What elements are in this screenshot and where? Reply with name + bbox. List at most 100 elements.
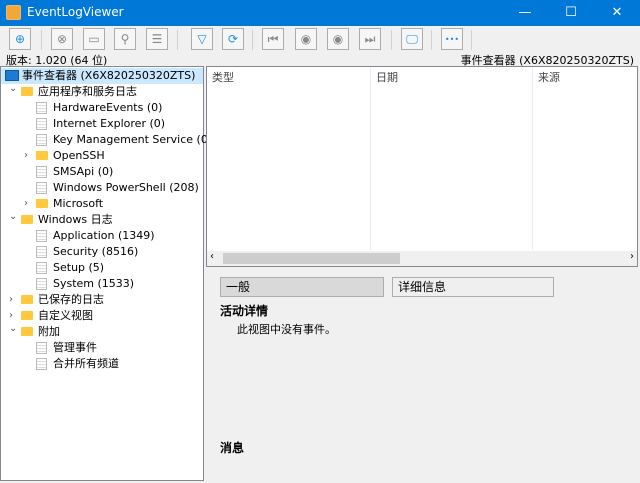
tab-details[interactable]: 详细信息	[392, 277, 554, 297]
tree-item-label: Internet Explorer (0)	[53, 117, 166, 130]
refresh-button[interactable]: ⟳	[222, 28, 244, 50]
toolbar-separator	[41, 30, 42, 50]
tree-item[interactable]: Setup (5)	[1, 260, 203, 276]
tree-item[interactable]: ⌄ 附加	[1, 321, 203, 340]
tree-item-label: Application (1349)	[53, 229, 155, 242]
column-type[interactable]: 类型	[212, 69, 234, 85]
scroll-left-icon[interactable]: ‹	[210, 251, 214, 262]
message-heading: 消息	[220, 441, 245, 455]
toolbar-separator	[431, 30, 432, 50]
log-icon	[36, 134, 47, 146]
tree-item[interactable]: SMSApi (0)	[1, 164, 203, 180]
more-button[interactable]: •••	[441, 28, 463, 50]
log-icon	[36, 102, 47, 114]
tree-item-label: Microsoft	[53, 197, 104, 210]
tree-item[interactable]: Security (8516)	[1, 244, 203, 260]
tree-item-label: 应用程序和服务日志	[38, 85, 137, 98]
clear-icon: ⊗	[56, 32, 68, 46]
computer-button[interactable]: 🖵	[401, 28, 423, 50]
tree-item[interactable]: › 自定义视图	[1, 308, 203, 324]
last-button[interactable]: ⏭	[359, 28, 381, 50]
previous-button[interactable]: ◉	[295, 28, 317, 50]
tree-item-label: 合并所有频道	[53, 357, 119, 370]
search-icon: ⚲	[120, 32, 130, 46]
first-button[interactable]: ⏮	[262, 28, 284, 50]
tree-item-label: Security (8516)	[53, 245, 139, 258]
clear-button[interactable]: ⊗	[51, 28, 73, 50]
chevron-down-icon[interactable]: ⌄	[9, 321, 17, 337]
tree-item[interactable]: ⌄ Windows 日志	[1, 209, 203, 228]
tree-item-label: 管理事件	[53, 341, 97, 354]
column-date[interactable]: 日期	[376, 69, 398, 85]
tree-item[interactable]: System (1533)	[1, 276, 203, 292]
tree-item[interactable]: HardwareEvents (0)	[1, 100, 203, 116]
scrollbar-thumb[interactable]	[223, 253, 400, 264]
save-icon: ▭	[88, 32, 100, 46]
tree-item[interactable]: Application (1349)	[1, 228, 203, 244]
tree-item-label: Windows 日志	[38, 213, 113, 226]
window-title: EventLogViewer	[27, 5, 124, 19]
save-button[interactable]: ▭	[83, 28, 105, 50]
tree-item-label: 附加	[38, 325, 60, 338]
tree-item-label: OpenSSH	[53, 149, 105, 162]
log-icon	[36, 246, 47, 258]
folder-icon	[21, 311, 33, 320]
log-tree[interactable]: 事件查看器 (X6X820250320ZTS) ⌄ 应用程序和服务日志 Hardwar…	[0, 66, 212, 481]
empty-message: 此视图中没有事件。	[237, 323, 336, 336]
horizontal-scrollbar[interactable]: ‹ ›	[207, 251, 637, 266]
toolbar-separator	[391, 30, 392, 50]
tree-item-label: Key Management Service (0)	[53, 133, 213, 146]
tree-item[interactable]: Internet Explorer (0)	[1, 116, 203, 132]
next-button[interactable]: ◉	[327, 28, 349, 50]
tree-item[interactable]: 管理事件	[1, 340, 203, 356]
chevron-right-icon[interactable]: ›	[24, 196, 28, 212]
tree-item[interactable]: 事件查看器 (X6X820250320ZTS)	[1, 68, 203, 84]
tree-item[interactable]: Windows PowerShell (208)	[1, 180, 203, 196]
chevron-right-icon[interactable]: ›	[9, 292, 13, 308]
chevron-right-icon[interactable]: ›	[24, 148, 28, 164]
column-source[interactable]: 来源	[538, 69, 560, 85]
previous-icon: ◉	[300, 32, 312, 46]
add-button[interactable]: ⊕	[9, 28, 31, 50]
add-icon: ⊕	[14, 32, 26, 46]
column-divider	[370, 67, 371, 250]
toolbar-separator	[252, 30, 253, 50]
computer-icon	[5, 70, 19, 81]
event-list[interactable]: 类型 日期 来源 ‹ ›	[206, 66, 638, 267]
log-icon	[36, 342, 47, 354]
computer-icon: 🖵	[406, 31, 418, 46]
tree-item-label: SMSApi (0)	[53, 165, 114, 178]
scroll-right-icon[interactable]: ›	[630, 251, 634, 262]
maximize-button[interactable]: ☐	[548, 0, 594, 26]
close-button[interactable]: ✕	[594, 0, 640, 26]
title-bar: EventLogViewer — ☐ ✕	[0, 0, 640, 26]
tree-item[interactable]: › OpenSSH	[1, 148, 203, 164]
filter-icon: ▽	[197, 32, 207, 46]
filter-button[interactable]: ▽	[191, 28, 213, 50]
tree-item-label: 已保存的日志	[38, 293, 104, 306]
tree-item-label: 自定义视图	[38, 309, 93, 322]
log-icon	[36, 118, 47, 130]
app-icon	[6, 5, 21, 20]
log-icon	[36, 166, 47, 178]
chevron-down-icon[interactable]: ⌄	[9, 209, 17, 225]
minimize-button[interactable]: —	[502, 0, 548, 26]
search-button[interactable]: ⚲	[114, 28, 136, 50]
tree-item[interactable]: Key Management Service (0)	[1, 132, 212, 148]
tree-item[interactable]: › Microsoft	[1, 196, 203, 212]
tree-item-label: System (1533)	[53, 277, 135, 290]
more-icon: •••	[444, 34, 460, 44]
tab-general[interactable]: 一般	[220, 277, 384, 297]
log-icon	[36, 230, 47, 242]
tree-item-label: Setup (5)	[53, 261, 105, 274]
refresh-icon: ⟳	[227, 32, 239, 46]
log-icon	[36, 278, 47, 290]
tree-item[interactable]: › 已保存的日志	[1, 292, 203, 308]
log-icon	[36, 182, 47, 194]
properties-button[interactable]: ☰	[146, 28, 168, 50]
folder-icon	[21, 215, 33, 224]
tree-item[interactable]: ⌄ 应用程序和服务日志	[1, 81, 203, 100]
tree-item[interactable]: 合并所有频道	[1, 356, 203, 372]
chevron-down-icon[interactable]: ⌄	[9, 81, 17, 97]
log-icon	[36, 358, 47, 370]
